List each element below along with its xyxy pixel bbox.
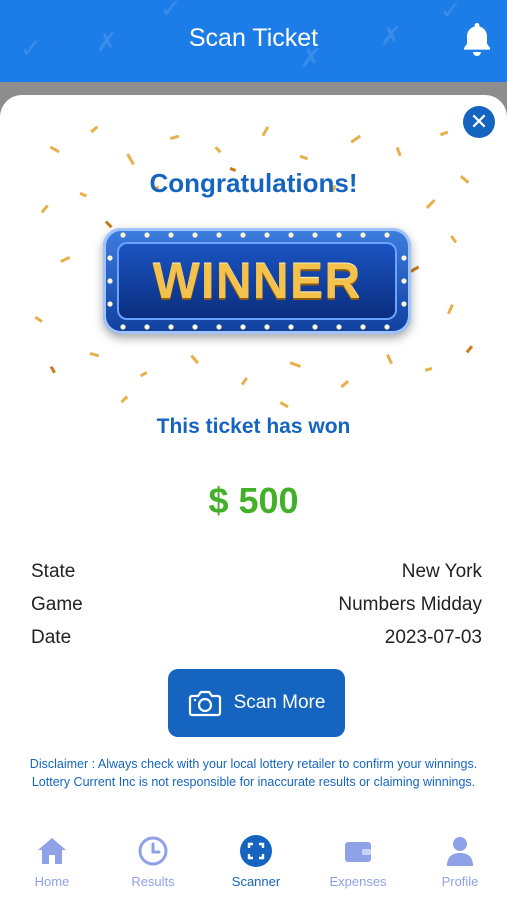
win-message: This ticket has won bbox=[156, 415, 351, 438]
winner-badge: WINNER bbox=[103, 228, 411, 334]
detail-row-date: Date 2023-07-03 bbox=[31, 627, 482, 653]
nav-label: Expenses bbox=[329, 874, 387, 889]
wallet-icon bbox=[345, 842, 371, 862]
winner-text: WINNER bbox=[152, 253, 362, 309]
detail-row-game: Game Numbers Midday bbox=[31, 594, 482, 620]
app-header: ✓ ✗ ✓ ✗ ✓ ✗ Scan Ticket bbox=[0, 0, 507, 82]
nav-item-home[interactable]: Home bbox=[12, 834, 92, 894]
person-icon bbox=[447, 837, 473, 866]
detail-row-state: State New York bbox=[31, 561, 482, 587]
nav-item-profile[interactable]: Profile bbox=[420, 834, 500, 894]
winner-panel: WINNER bbox=[117, 242, 397, 320]
congratulations-heading: Congratulations! bbox=[149, 168, 358, 198]
nav-label: Profile bbox=[441, 874, 479, 889]
home-icon bbox=[38, 838, 66, 864]
bell-icon[interactable] bbox=[461, 21, 493, 57]
scanner-icon bbox=[240, 835, 272, 867]
camera-icon bbox=[188, 690, 221, 717]
detail-label: Game bbox=[31, 594, 83, 615]
clock-icon bbox=[138, 836, 168, 866]
header-pattern: ✓ bbox=[160, 0, 182, 24]
detail-label: Date bbox=[31, 627, 72, 648]
scan-more-label: Scan More bbox=[233, 692, 326, 713]
detail-value: New York bbox=[401, 561, 482, 582]
scan-more-button[interactable]: Scan More bbox=[168, 669, 345, 737]
nav-item-scanner[interactable]: Scanner bbox=[216, 834, 296, 894]
disclaimer-text: Disclaimer : Always check with your loca… bbox=[29, 757, 478, 789]
detail-value: 2023-07-03 bbox=[384, 627, 482, 648]
page-title: Scan Ticket bbox=[188, 24, 319, 52]
detail-label: State bbox=[31, 561, 76, 582]
header-pattern: ✓ bbox=[440, 0, 462, 26]
detail-value: Numbers Midday bbox=[338, 594, 482, 615]
bottom-navigation: Home Results Scanner Expenses Profile bbox=[0, 828, 507, 900]
nav-item-expenses[interactable]: Expenses bbox=[318, 834, 398, 894]
nav-label: Home bbox=[34, 874, 70, 889]
win-amount: $ 500 bbox=[208, 480, 299, 521]
nav-label: Results bbox=[131, 874, 175, 889]
nav-item-results[interactable]: Results bbox=[113, 834, 193, 894]
nav-label: Scanner bbox=[231, 874, 281, 889]
